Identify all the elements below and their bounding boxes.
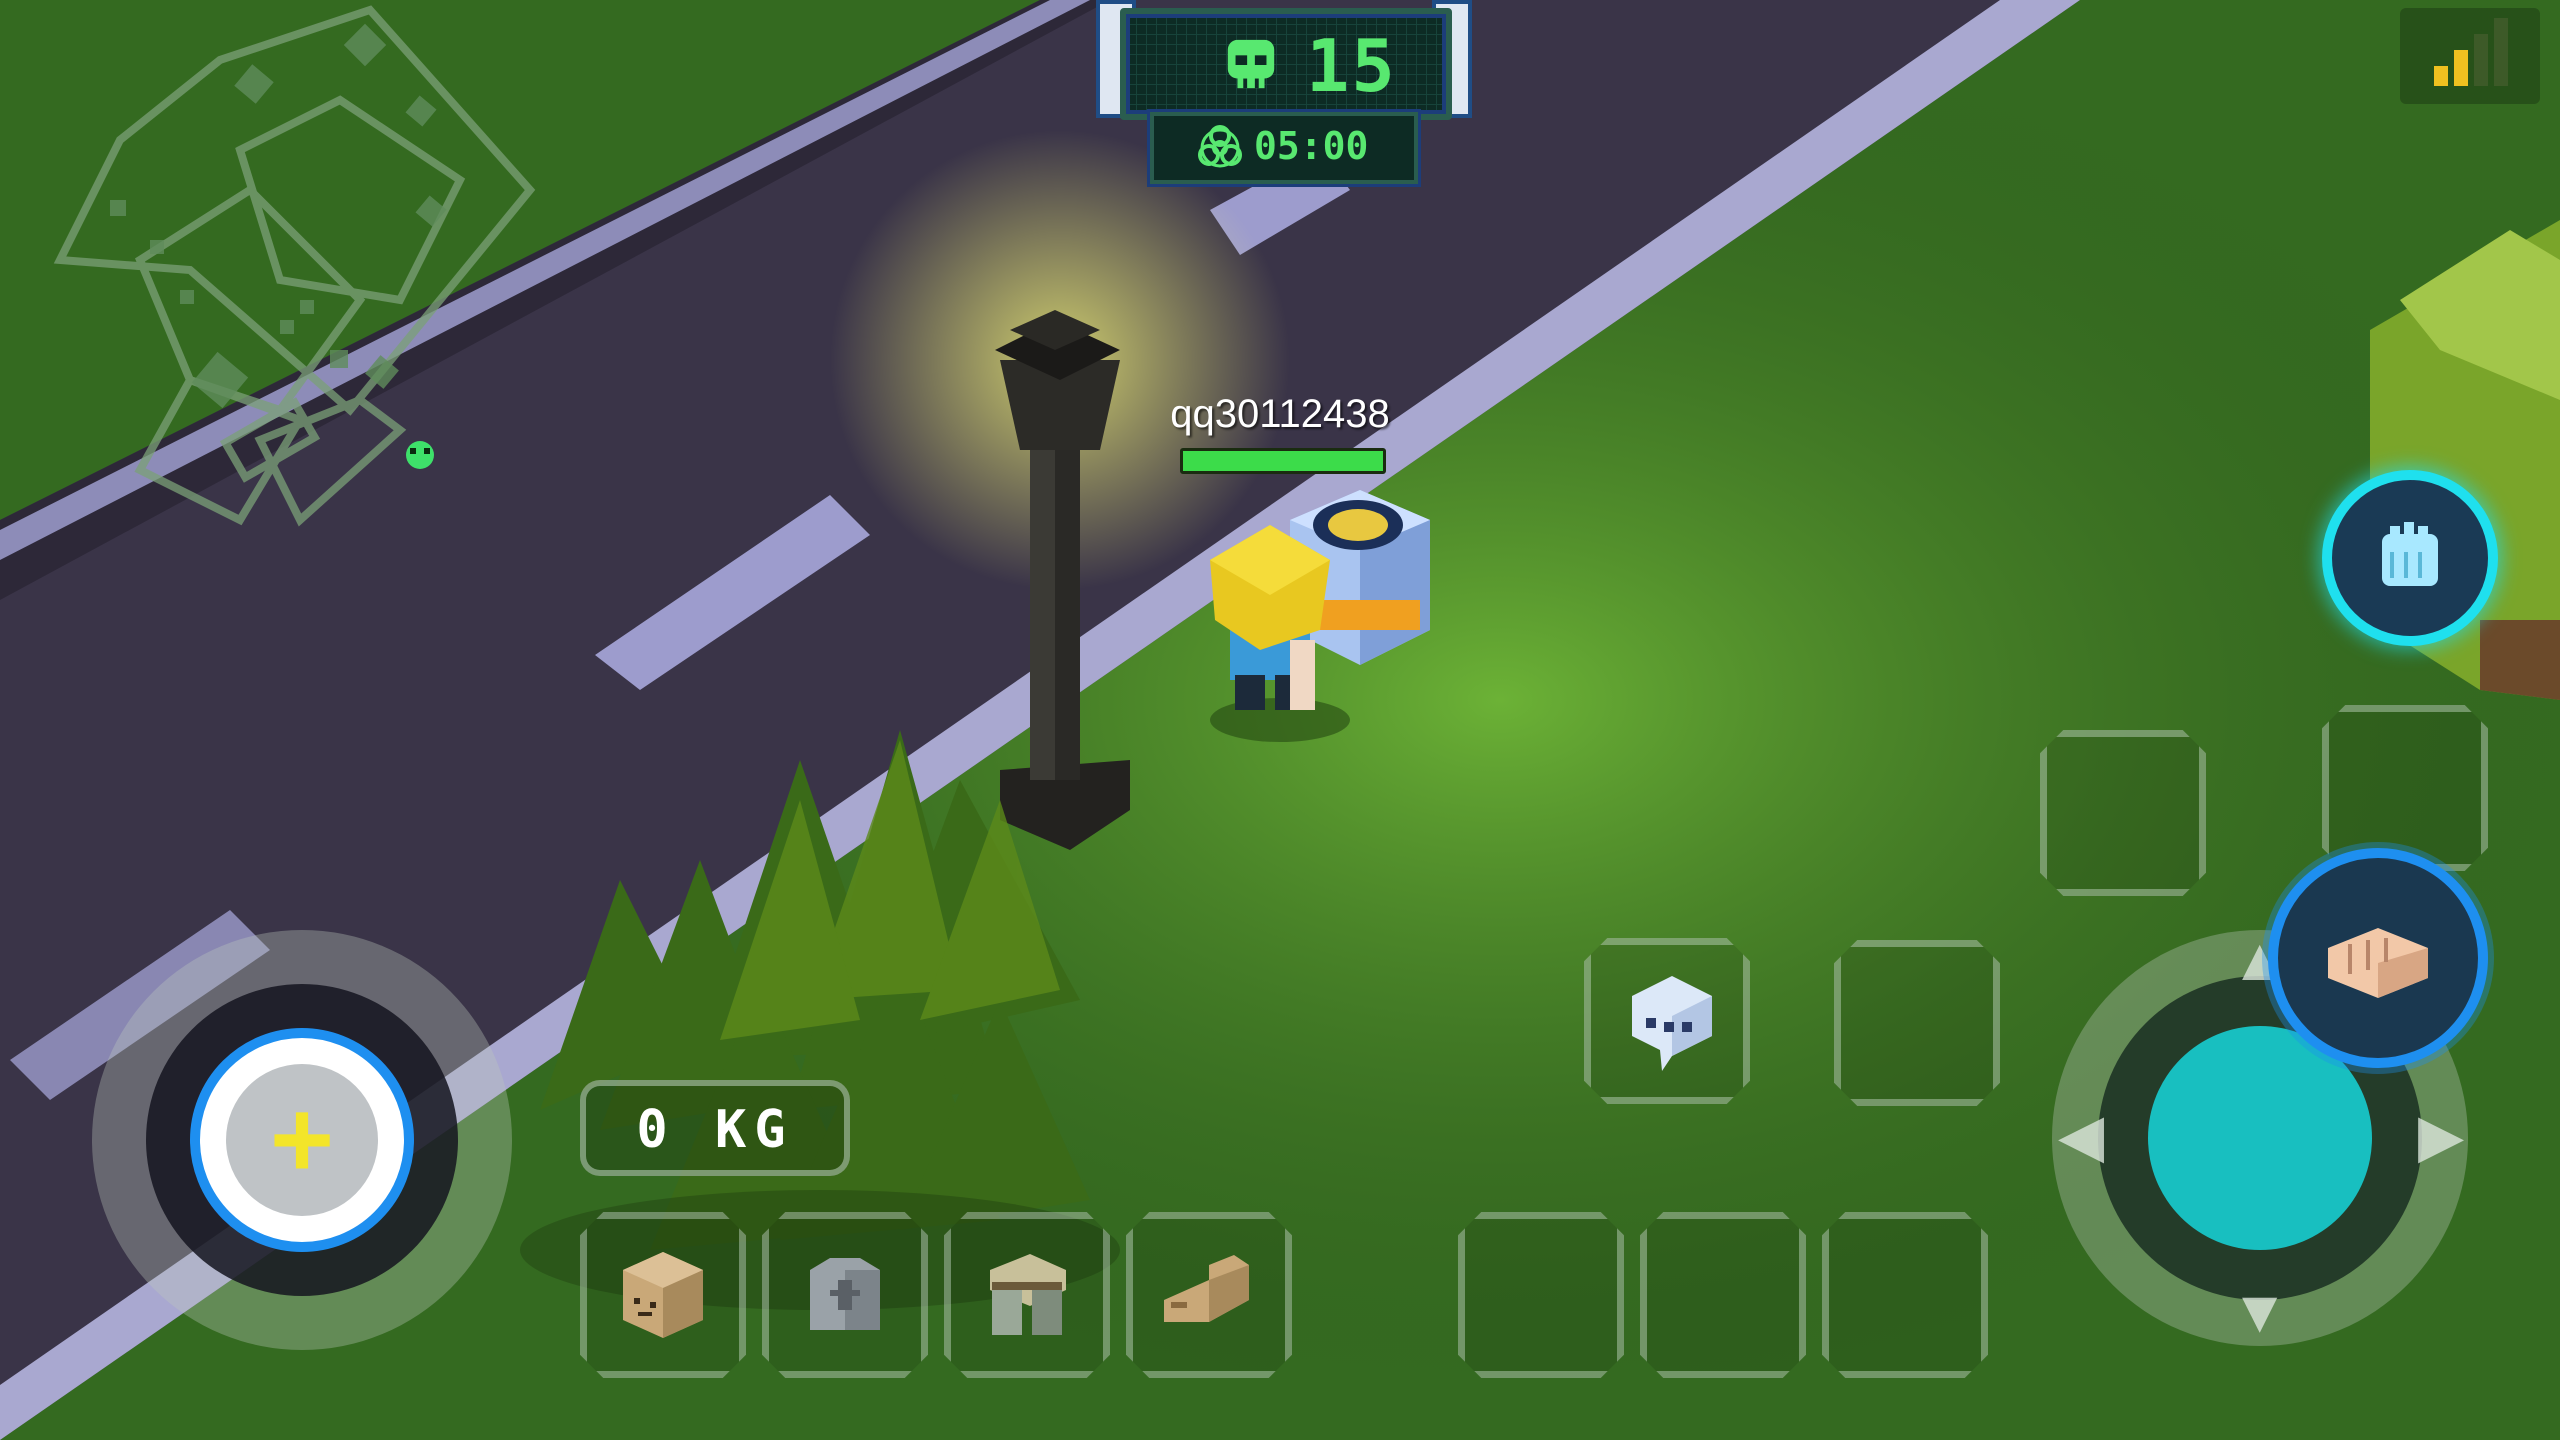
signal-strength-icon xyxy=(2434,18,2508,86)
move-joystick[interactable]: + xyxy=(92,930,512,1350)
gas-timer: 05:00 xyxy=(1150,112,1418,184)
quick-slot[interactable] xyxy=(2322,705,2488,871)
quick-slot[interactable] xyxy=(1640,1212,1806,1378)
network-status xyxy=(2400,8,2540,104)
skull-icon xyxy=(1227,39,1275,89)
arrow-down-icon: ▼ xyxy=(2230,1278,2290,1345)
quick-slot[interactable] xyxy=(1834,940,2000,1106)
weight-label: 0 KG xyxy=(636,1100,794,1160)
pants-armor-icon xyxy=(990,1254,1066,1335)
hand-skill-icon xyxy=(2382,522,2438,586)
inventory-weight: 0 KG xyxy=(580,1080,850,1176)
arrow-right-icon: ▶ xyxy=(2418,1102,2465,1169)
armor-slot-legs[interactable] xyxy=(944,1212,1110,1378)
match-status-hud: 15 05:00 xyxy=(1040,0,1520,185)
quick-slot[interactable] xyxy=(1458,1212,1624,1378)
minimap-player-marker xyxy=(406,441,434,469)
player-name-label: qq30112438 xyxy=(1170,392,1390,436)
attack-button[interactable] xyxy=(2268,848,2488,1068)
quick-slot[interactable] xyxy=(2040,730,2206,896)
skill-button[interactable] xyxy=(2322,470,2498,646)
player-health-bar xyxy=(1180,448,1386,474)
box-head-armor-icon xyxy=(623,1252,703,1338)
biohazard-icon xyxy=(1198,125,1242,168)
survivor-counter: 15 xyxy=(1120,8,1452,120)
minimap[interactable] xyxy=(40,0,560,630)
chat-bubble-icon xyxy=(1632,976,1712,1071)
survivor-count: 15 xyxy=(1306,24,1397,108)
armor-slot-head[interactable] xyxy=(580,1212,746,1378)
timer-text: 05:00 xyxy=(1254,124,1369,168)
move-joystick-knob[interactable]: + xyxy=(190,1028,414,1252)
armor-slot-body[interactable] xyxy=(762,1212,928,1378)
plus-icon: + xyxy=(226,1064,378,1216)
fist-icon xyxy=(2328,928,2428,998)
boots-armor-icon xyxy=(1164,1255,1249,1322)
chat-button[interactable] xyxy=(1584,938,1750,1104)
quick-slot[interactable] xyxy=(1822,1212,1988,1378)
arrow-left-icon: ◀ xyxy=(2058,1102,2105,1169)
player-health-fill xyxy=(1183,451,1383,471)
vest-armor-icon xyxy=(810,1258,880,1330)
armor-slot-feet[interactable] xyxy=(1126,1212,1292,1378)
